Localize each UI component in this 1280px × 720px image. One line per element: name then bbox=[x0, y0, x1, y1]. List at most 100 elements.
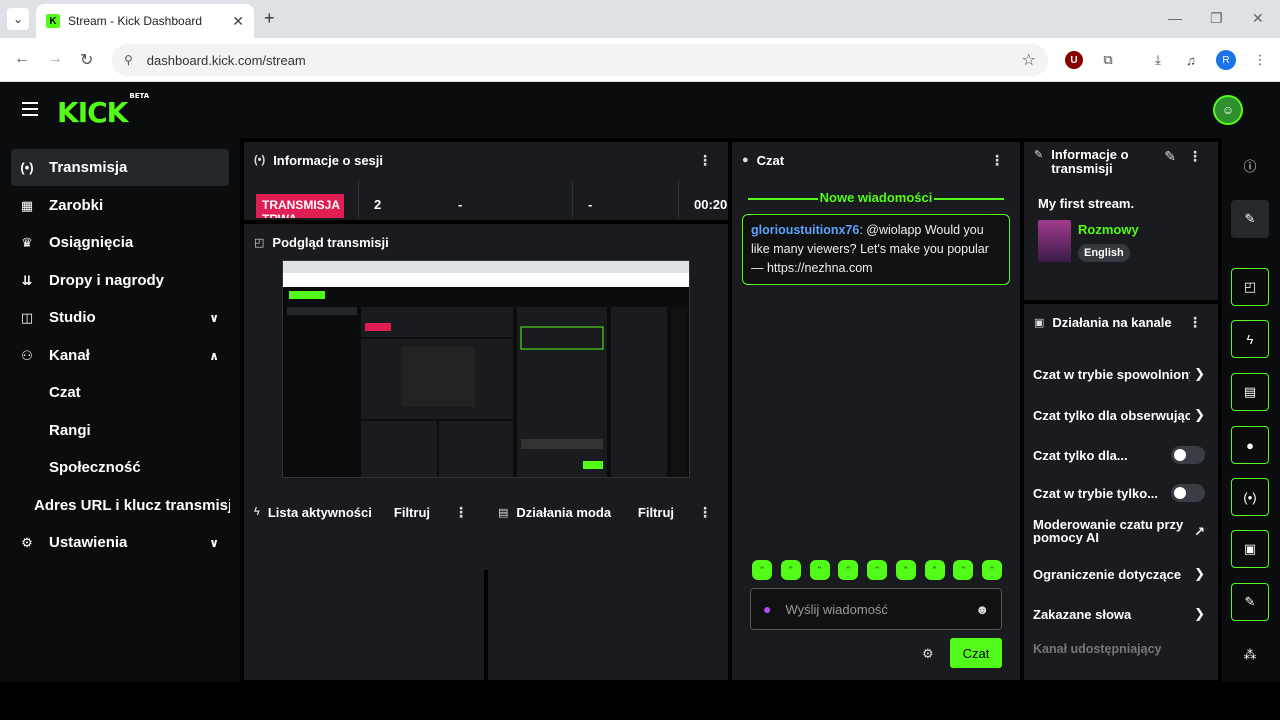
emote-icon[interactable]: ᵔ bbox=[752, 560, 772, 580]
app-topbar: KICKBETA ☺ bbox=[0, 82, 1280, 138]
more-options-icon[interactable]: ⋮ bbox=[1182, 314, 1208, 331]
minimize-button[interactable]: — bbox=[1168, 10, 1182, 26]
wrench-icon[interactable]: ✎ bbox=[1231, 583, 1269, 621]
sidebar-item-ustawienia[interactable]: ⚙ Ustawienia ∨ bbox=[11, 524, 229, 561]
reload-icon[interactable]: ↻ bbox=[80, 50, 93, 70]
toggle-switch[interactable] bbox=[1171, 484, 1205, 502]
back-icon[interactable]: ← bbox=[14, 50, 30, 68]
sidebar-item-kanal[interactable]: ⚇ Kanał ∧ bbox=[11, 337, 229, 374]
sidebar-item-dropy[interactable]: ⇊ Dropy i nagrody bbox=[11, 262, 229, 299]
chat-input-placeholder[interactable]: Wyślij wiadomość bbox=[785, 602, 975, 617]
maximize-button[interactable]: ❐ bbox=[1210, 10, 1223, 27]
stream-preview-video[interactable] bbox=[282, 260, 690, 478]
preview-toggle-icon[interactable]: ◰ bbox=[1231, 268, 1269, 306]
downloads-icon[interactable]: ⤓ bbox=[1148, 50, 1168, 70]
tab-search-button[interactable]: ⌄ bbox=[7, 8, 29, 30]
kick-favicon-icon: K bbox=[46, 14, 60, 28]
info-icon[interactable]: ⓘ bbox=[1231, 146, 1269, 184]
media-control-icon[interactable]: ♫ bbox=[1181, 50, 1201, 70]
sidebar: (•) Transmisja ▦ Zarobki ♛ Osiągnięcia ⇊… bbox=[0, 138, 240, 682]
modactions-toggle-icon[interactable]: ▤ bbox=[1231, 373, 1269, 411]
chat-settings-icon[interactable]: ⚙ bbox=[922, 646, 934, 662]
more-options-icon[interactable]: ⋮ bbox=[1182, 148, 1208, 165]
profile-avatar[interactable]: R bbox=[1216, 50, 1236, 70]
hamburger-menu-icon[interactable] bbox=[22, 102, 38, 116]
extensions-puzzle-icon[interactable]: ⧉ bbox=[1098, 50, 1118, 70]
preview-thumbnail bbox=[283, 261, 689, 477]
panel-header: (•) Informacje o sesji ⋮ bbox=[244, 142, 728, 178]
address-bar[interactable]: ⚲ dashboard.kick.com/stream ☆ bbox=[112, 44, 1048, 76]
microphone-icon[interactable]: ● bbox=[763, 601, 771, 617]
emote-icon[interactable]: ᵔ bbox=[867, 560, 887, 580]
emote-icon[interactable]: ᵔ bbox=[838, 560, 859, 580]
sidebar-item-zarobki[interactable]: ▦ Zarobki bbox=[11, 187, 229, 224]
chat-send-button[interactable]: Czat bbox=[950, 638, 1002, 668]
filter-button[interactable]: Filtruj bbox=[638, 505, 674, 520]
browser-tab[interactable]: K Stream - Kick Dashboard ✕ bbox=[36, 4, 254, 38]
channel-actions-toggle-icon[interactable]: ▣ bbox=[1231, 530, 1269, 568]
ublock-extension-icon[interactable]: U bbox=[1065, 51, 1083, 69]
edit-stream-icon[interactable]: ✎ bbox=[1231, 200, 1269, 238]
more-options-icon[interactable]: ⋮ bbox=[692, 152, 718, 169]
stream-duration: 00:20 bbox=[694, 197, 728, 212]
subscribers-only-row: Czat tylko dla... bbox=[1033, 446, 1205, 464]
panel-title: Informacje o transmisji bbox=[1051, 147, 1129, 176]
emote-icon[interactable]: ᵔ bbox=[780, 560, 801, 580]
emote-icon[interactable]: ᵔ bbox=[982, 560, 1002, 580]
kick-dashboard: KICKBETA ☺ (•) Transmisja ▦ Zarobki ♛ Os… bbox=[0, 82, 1280, 682]
chat-toggle-icon[interactable]: ● bbox=[1231, 426, 1269, 464]
community-icon[interactable]: ⁂ bbox=[1231, 636, 1269, 674]
wrench-icon: ✎ bbox=[1034, 149, 1044, 161]
banned-words-row[interactable]: Zakazane słowa ❯ bbox=[1033, 606, 1205, 622]
more-options-icon[interactable]: ⋮ bbox=[692, 504, 718, 521]
emote-icon[interactable]: ᵔ bbox=[809, 560, 830, 580]
stream-info-panel: ✎ Informacje o transmisji ✎ ⋮ My first s… bbox=[1024, 142, 1218, 300]
chevron-down-icon: ∨ bbox=[209, 535, 219, 550]
bookmark-star-icon[interactable]: ☆ bbox=[1022, 50, 1036, 70]
session-toggle-icon[interactable]: (•) bbox=[1231, 478, 1269, 516]
site-info-icon[interactable]: ⚲ bbox=[124, 53, 133, 67]
chat-message[interactable]: glorioustuitionx76: @wiolapp Would you l… bbox=[742, 214, 1010, 285]
close-window-button[interactable]: ✕ bbox=[1252, 10, 1264, 27]
shared-channel-row: Kanał udostępniający bbox=[1033, 642, 1205, 656]
studio-icon: ◫ bbox=[20, 309, 34, 325]
chevron-right-icon: ❯ bbox=[1194, 606, 1205, 621]
new-tab-button[interactable]: + bbox=[264, 8, 275, 28]
emote-icon[interactable]: ᵔ bbox=[953, 560, 974, 580]
forward-icon[interactable]: → bbox=[47, 50, 63, 68]
kick-logo[interactable]: KICKBETA bbox=[57, 92, 149, 129]
settings-icon: ⚙ bbox=[21, 534, 33, 550]
panel-title: Podgląd transmisji bbox=[272, 234, 389, 250]
sidebar-subitem-spolecznosc[interactable]: Społeczność bbox=[49, 459, 141, 476]
divider bbox=[358, 180, 359, 218]
browser-menu-icon[interactable]: ⋮ bbox=[1250, 50, 1270, 70]
emoji-picker-icon[interactable]: ☻ bbox=[975, 602, 989, 617]
panel-header: ▣ Działania na kanale ⋮ bbox=[1024, 304, 1218, 340]
sidebar-subitem-czat[interactable]: Czat bbox=[49, 384, 81, 401]
followers-only-row[interactable]: Czat tylko dla obserwujących ❯ bbox=[1033, 407, 1205, 423]
sidebar-item-transmisja[interactable]: (•) Transmisja bbox=[11, 149, 229, 186]
more-options-icon[interactable]: ⋮ bbox=[448, 504, 474, 521]
emote-icon[interactable]: ᵔ bbox=[895, 560, 916, 580]
emote-icon[interactable]: ᵔ bbox=[924, 560, 945, 580]
chat-input[interactable]: ● Wyślij wiadomość ☻ bbox=[750, 588, 1002, 630]
activity-toggle-icon[interactable]: ϟ bbox=[1231, 320, 1269, 358]
sidebar-subitem-stream-key[interactable]: Adres URL i klucz transmisji bbox=[34, 497, 230, 514]
stream-category[interactable]: Rozmowy bbox=[1078, 222, 1139, 237]
restrictions-row[interactable]: Ograniczenie dotyczące ❯ bbox=[1033, 566, 1205, 582]
slow-mode-row[interactable]: Czat w trybie spowolnionym ❯ bbox=[1033, 366, 1205, 382]
chevron-right-icon: ❯ bbox=[1194, 407, 1205, 422]
filter-button[interactable]: Filtruj bbox=[394, 505, 430, 520]
more-options-icon[interactable]: ⋮ bbox=[984, 152, 1010, 169]
tab-close-icon[interactable]: ✕ bbox=[232, 13, 244, 30]
toggle-switch[interactable] bbox=[1171, 446, 1205, 464]
sidebar-item-osiagniecia[interactable]: ♛ Osiągnięcia bbox=[11, 224, 229, 261]
user-avatar[interactable]: ☺ bbox=[1213, 95, 1243, 125]
ai-moderation-row[interactable]: Moderowanie czatu przy pomocy AI ↗ bbox=[1033, 518, 1205, 544]
url-text[interactable]: dashboard.kick.com/stream bbox=[147, 53, 1022, 68]
chevron-right-icon: ❯ bbox=[1194, 366, 1205, 381]
chat-username[interactable]: glorioustuitionx76 bbox=[751, 223, 859, 237]
sidebar-subitem-rangi[interactable]: Rangi bbox=[49, 422, 91, 439]
sidebar-item-studio[interactable]: ◫ Studio ∨ bbox=[11, 299, 229, 336]
edit-icon[interactable]: ✎ bbox=[1158, 148, 1182, 165]
